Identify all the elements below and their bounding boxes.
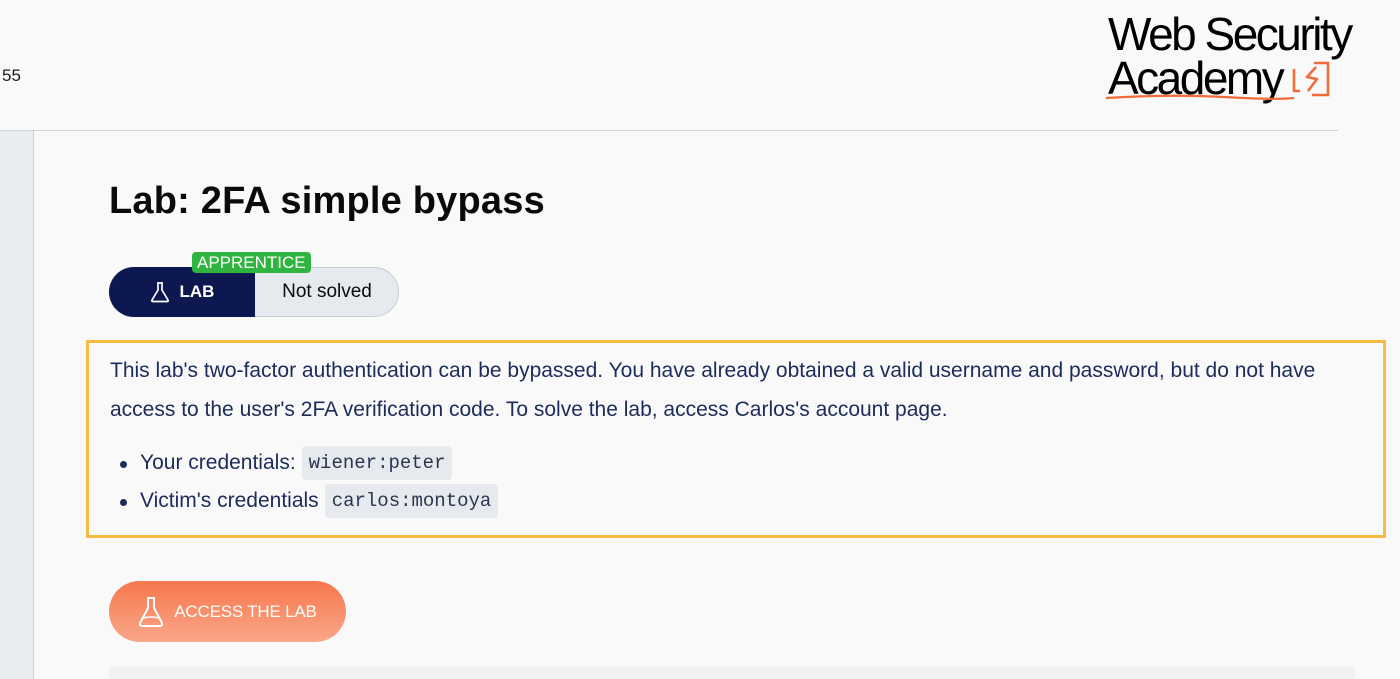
level-badge: APPRENTICE (192, 252, 311, 273)
header: 55 Web Security Academy (0, 0, 1353, 131)
logo-underline-icon (1105, 94, 1295, 100)
lab-description: This lab's two-factor authentication can… (110, 359, 1316, 421)
page-title: Lab: 2FA simple bypass (109, 180, 545, 222)
lab-status-badge: LAB Not solved (109, 267, 399, 317)
page: 55 Web Security Academy Lab: 2FA simple … (0, 0, 1400, 679)
left-sidebar (0, 131, 34, 679)
access-the-lab-label: ACCESS THE LAB (174, 601, 317, 621)
logo-line1: Web Security (1108, 8, 1353, 60)
credential-value: carlos:montoya (324, 484, 499, 518)
flask-icon (139, 596, 164, 627)
list-item: Victim's credentials carlos:montoya (119, 482, 499, 520)
lab-label-text: LAB (179, 282, 215, 301)
lab-label: LAB (109, 267, 255, 317)
credential-value: wiener:peter (301, 446, 453, 480)
logo-bolt-icon (1292, 61, 1330, 97)
credentials-list: Your credentials: wiener:peter Victim's … (119, 444, 499, 520)
list-item: Your credentials: wiener:peter (119, 444, 498, 482)
lab-status-text: Not solved (282, 281, 372, 302)
lab-description-box: This lab's two-factor authentication can… (86, 340, 1386, 538)
credential-label: Victim's credentials (140, 489, 319, 512)
access-the-lab-button[interactable]: ACCESS THE LAB (109, 581, 346, 642)
sidebar-number: 55 (2, 66, 21, 85)
flask-icon (150, 282, 169, 303)
content-panel (109, 667, 1355, 679)
credential-label: Your credentials: (140, 451, 296, 474)
web-security-academy-logo[interactable]: Web Security Academy (1104, 10, 1364, 106)
